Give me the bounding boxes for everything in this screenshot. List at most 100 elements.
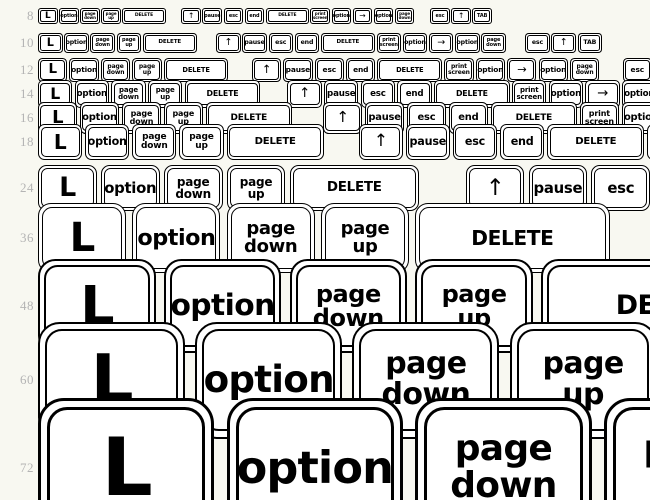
key-label: DELETE [230, 112, 268, 123]
key-label: ↑ [299, 86, 311, 102]
key-l: L [38, 397, 215, 500]
key-delete: DELETE [122, 8, 166, 24]
key-strip: Loptionpage downpage upDELETE↑pauseescen… [38, 397, 650, 500]
key-label: esc [322, 65, 337, 75]
key-arrow-up: ↑ [216, 33, 241, 53]
key-label: option [87, 135, 127, 149]
key-label: page up [239, 174, 273, 201]
key-face: option [71, 60, 97, 80]
key-label: print screen [516, 85, 543, 101]
key-label: print screen [379, 36, 398, 48]
size-label: 14 [20, 85, 34, 101]
key-label: esc [228, 12, 238, 19]
key-face: ↑ [183, 10, 199, 22]
key-label: pause [285, 65, 311, 75]
key-label: page down [95, 36, 111, 48]
key-delete-2: DELETE [547, 124, 645, 160]
key-label: TAB [477, 12, 488, 19]
key-face: page down [571, 60, 598, 80]
key-face: ↑ [361, 126, 401, 158]
key-page-down: page down [100, 58, 131, 82]
key-face: DELETE [144, 35, 195, 51]
key-label: L [53, 129, 67, 154]
key-l: L [38, 124, 83, 160]
key-esc: esc [223, 8, 244, 24]
key-face: option [457, 35, 478, 51]
key-label: page down [575, 62, 594, 76]
key-face: esc [455, 126, 495, 158]
key-page-up: page up [179, 124, 224, 160]
key-end: end [500, 124, 545, 160]
key-label: DELETE [336, 39, 360, 46]
key-page-down-2: page down [394, 8, 415, 24]
key-face: DELETE [549, 126, 642, 158]
key-face: esc [225, 10, 242, 22]
key-face: print screen [378, 35, 400, 51]
key-face: DELETE [229, 126, 322, 158]
key-label: → [597, 86, 609, 102]
key-end: end [294, 33, 320, 53]
key-label: ↑ [261, 62, 272, 77]
key-page-down-2: page down [481, 33, 506, 53]
key-tab: TAB [472, 8, 492, 24]
size-label: 18 [20, 133, 34, 149]
key-label: L [50, 84, 60, 104]
key-face: TAB [579, 35, 601, 51]
key-l: L [38, 33, 63, 53]
key-face: ↑ [218, 35, 239, 51]
key-face: end [246, 10, 263, 22]
key-face: print screen [312, 10, 329, 22]
key-l: L [38, 58, 68, 82]
size-label: 60 [20, 372, 34, 387]
key-end: end [346, 58, 376, 82]
key-face: → [509, 60, 535, 80]
key-face: page down [82, 10, 98, 22]
key-face: page down [483, 35, 504, 51]
key-label: option [623, 112, 650, 124]
key-label: option [404, 38, 426, 46]
key-option-2: option [402, 33, 428, 53]
key-face: pause [204, 10, 220, 22]
key-gap [198, 43, 214, 44]
key-label: DELETE [615, 289, 650, 321]
key-label: page down [141, 131, 168, 151]
key-strip: Loptionpage downpage upDELETE↑pauseescen… [38, 58, 650, 82]
key-face: esc [432, 10, 448, 22]
key-label: ↑ [559, 37, 568, 49]
key-label: L [59, 171, 76, 203]
key-face: → [430, 35, 452, 51]
key-label: L [48, 62, 58, 78]
key-pause: pause [405, 124, 450, 160]
key-arrow-up: ↑ [251, 58, 282, 82]
key-label: option [170, 288, 275, 324]
key-label: page up [138, 62, 156, 76]
key-label: option [60, 12, 78, 19]
key-label: pause [533, 178, 583, 197]
key-label: DELETE [278, 12, 297, 18]
key-page-up: page up [132, 58, 162, 82]
key-face: TAB [474, 10, 490, 22]
key-page-down-2: page down [569, 58, 600, 82]
key-esc-2: esc [525, 33, 550, 53]
key-label: → [359, 11, 366, 21]
key-label: print screen [448, 62, 470, 76]
key-face: page down [424, 406, 583, 500]
key-arrow-up: ↑ [181, 8, 201, 24]
key-face: L [47, 406, 206, 500]
key-esc-2: esc [430, 8, 450, 24]
key-strip: Loptionpage downpage upDELETE↑pauseescen… [38, 8, 492, 24]
key-face: option [235, 406, 394, 500]
key-label: esc [417, 112, 436, 124]
key-label: option [104, 178, 157, 197]
size-row-8: 8 Loption page down page up DELETE ↑ pause esc e… [0, 8, 650, 24]
key-option-2: option [331, 8, 352, 24]
key-face: DELETE [267, 10, 307, 22]
key-face: page up [118, 35, 140, 51]
key-end: end [244, 8, 265, 24]
key-page-up: page up [116, 33, 142, 53]
key-label: esc [531, 38, 544, 46]
key-delete: DELETE [226, 124, 324, 160]
key-page-down: page down [132, 124, 177, 160]
key-label: page down [106, 62, 125, 76]
key-face: print screen [446, 60, 472, 80]
